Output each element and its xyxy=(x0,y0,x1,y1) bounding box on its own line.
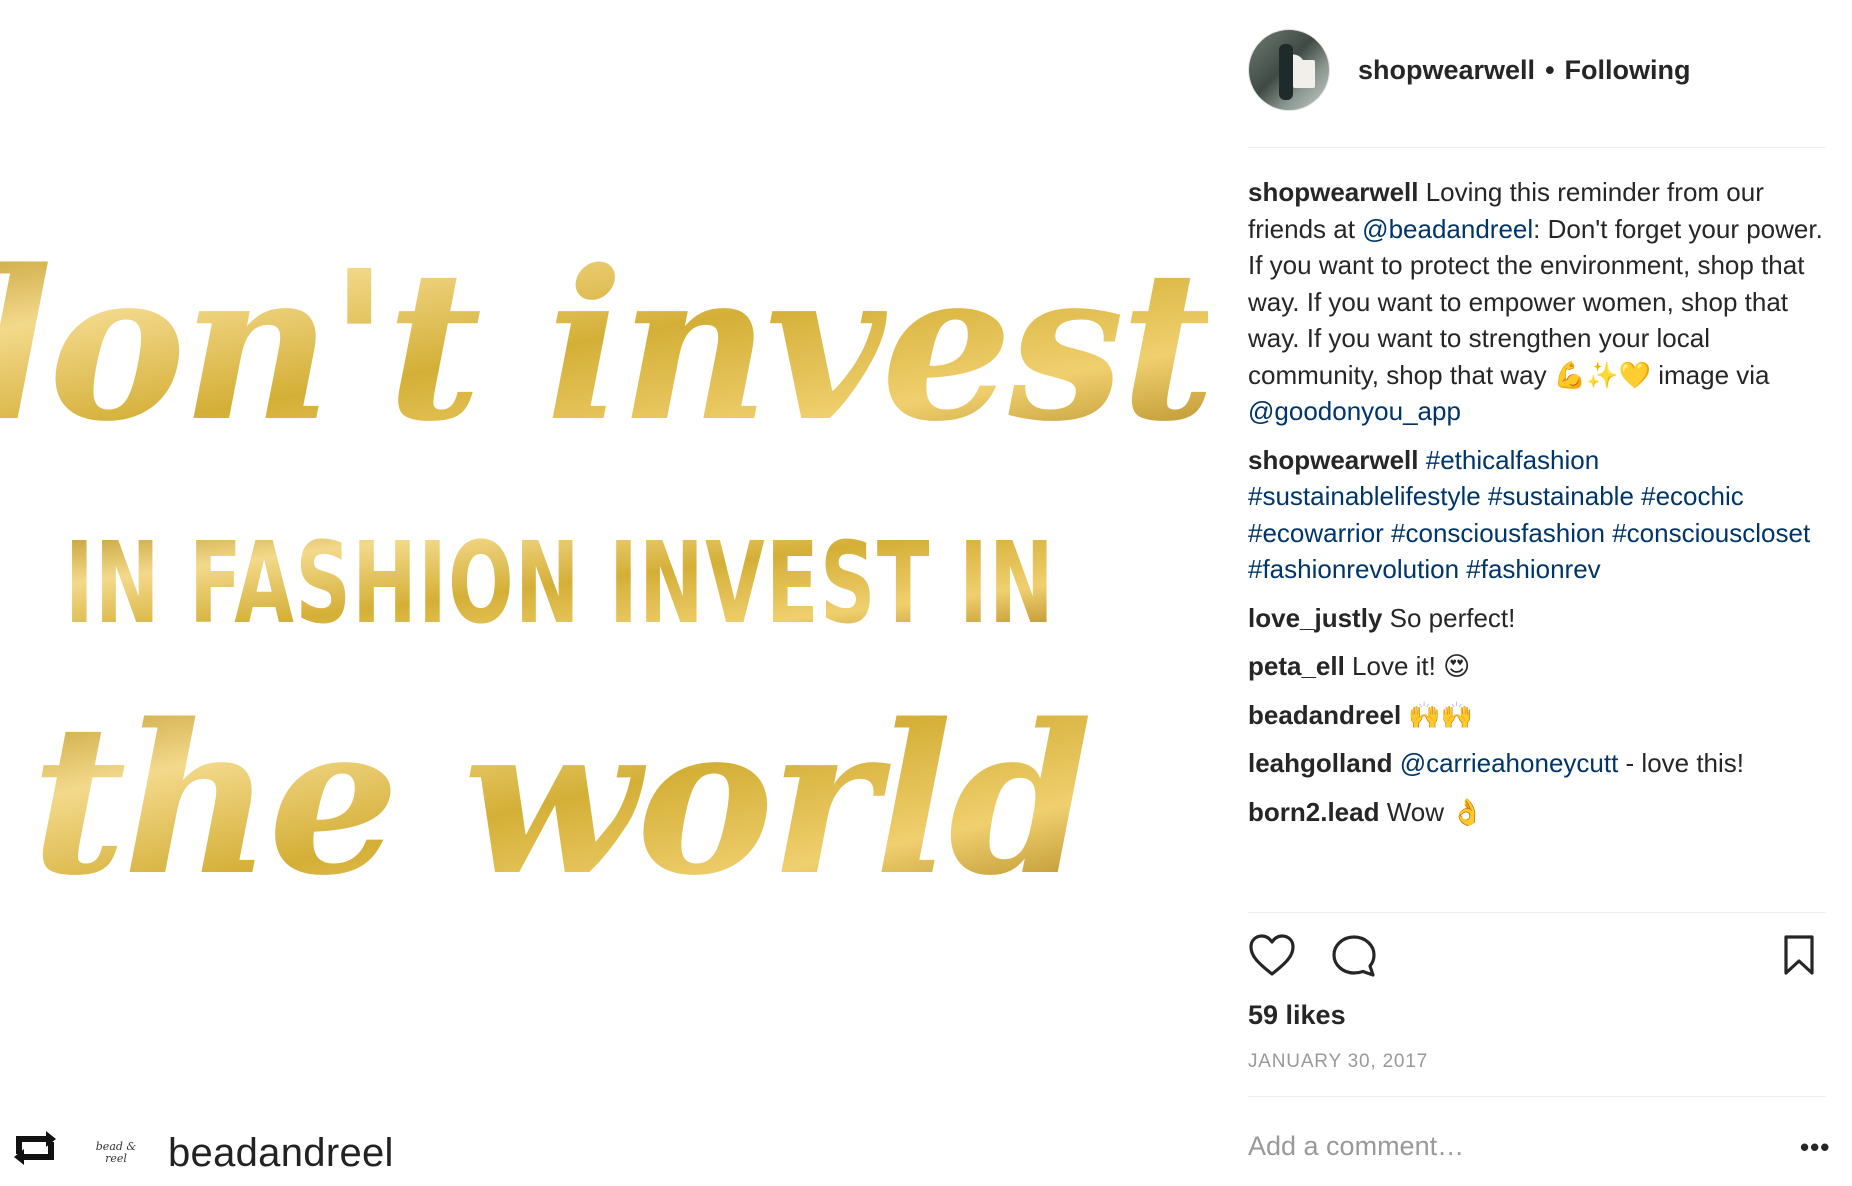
comment-username[interactable]: shopwearwell xyxy=(1248,445,1419,475)
more-options-icon[interactable]: ••• xyxy=(1800,1134,1830,1160)
comment-username[interactable]: beadandreel xyxy=(1248,700,1401,730)
hashtag-comment: shopwearwell #ethicalfashion #sustainabl… xyxy=(1248,442,1826,588)
list-item: peta_ell Love it! 😍 xyxy=(1248,648,1826,685)
caption: shopwearwell Loving this reminder from o… xyxy=(1248,174,1826,430)
header-divider xyxy=(1248,147,1826,148)
quote-line-1: don't invest xyxy=(0,225,1208,467)
add-comment-input[interactable] xyxy=(1248,1124,1808,1168)
repost-icon xyxy=(8,1131,62,1173)
footer-divider xyxy=(1248,1096,1826,1097)
caption-text-3: image via xyxy=(1651,359,1770,390)
comment-text: Love it! 😍 xyxy=(1344,651,1471,681)
quote-line-3: the world xyxy=(31,679,1088,921)
instagram-post-view: don't invest IN FASHION INVEST IN the wo… xyxy=(0,0,1852,1186)
comment-username[interactable]: love_justly xyxy=(1248,603,1382,633)
quote-line-2: IN FASHION INVEST IN xyxy=(65,519,1055,649)
caption-mention[interactable]: @beadandreel xyxy=(1362,214,1533,244)
header-username[interactable]: shopwearwell xyxy=(1358,55,1535,86)
following-button[interactable]: Following xyxy=(1565,55,1691,86)
comment-username[interactable]: born2.lead xyxy=(1248,797,1379,827)
header-separator: • xyxy=(1545,54,1555,85)
comment-text: - love this! xyxy=(1618,748,1745,778)
action-bar xyxy=(1248,933,1826,981)
avatar[interactable] xyxy=(1248,29,1330,111)
caption-emoji: 💪✨💛 xyxy=(1553,359,1651,390)
list-item: born2.lead Wow 👌 xyxy=(1248,794,1826,831)
caption-username[interactable]: shopwearwell xyxy=(1248,177,1419,207)
list-item: leahgolland @carrieahoneycutt - love thi… xyxy=(1248,745,1826,782)
repost-attribution[interactable]: bead & reel beadandreel xyxy=(8,1128,394,1178)
repost-logo: bead & reel xyxy=(95,1140,137,1165)
header-text: shopwearwell • Following xyxy=(1358,55,1691,86)
comment-text: Wow 👌 xyxy=(1379,796,1484,827)
repost-username[interactable]: beadandreel xyxy=(168,1131,394,1176)
comment-text: 🙌🙌 xyxy=(1401,699,1474,730)
post-sidebar: shopwearwell • Following shopwearwell Lo… xyxy=(1248,0,1829,1186)
caption-mention-2[interactable]: @goodonyou_app xyxy=(1248,396,1461,426)
list-item: love_justly So perfect! xyxy=(1248,600,1826,637)
heart-icon[interactable] xyxy=(1248,933,1296,982)
comment-mention[interactable]: @carrieahoneycutt xyxy=(1392,748,1619,778)
comment-bubble-icon[interactable] xyxy=(1330,933,1378,984)
post-header: shopwearwell • Following xyxy=(1248,29,1691,111)
likes-count[interactable]: 59 likes xyxy=(1248,1000,1346,1031)
comment-text: So perfect! xyxy=(1382,602,1516,633)
list-item: beadandreel 🙌🙌 xyxy=(1248,697,1826,734)
comment-username[interactable]: leahgolland xyxy=(1248,748,1392,778)
gold-foil-quote: don't invest IN FASHION INVEST IN the wo… xyxy=(0,225,1208,921)
post-image[interactable]: don't invest IN FASHION INVEST IN the wo… xyxy=(0,0,1208,1186)
comments-section: shopwearwell Loving this reminder from o… xyxy=(1248,174,1826,842)
bookmark-icon[interactable] xyxy=(1782,933,1816,982)
comments-divider xyxy=(1248,912,1826,913)
post-date: JANUARY 30, 2017 xyxy=(1248,1051,1429,1072)
comment-username[interactable]: peta_ell xyxy=(1248,651,1345,681)
